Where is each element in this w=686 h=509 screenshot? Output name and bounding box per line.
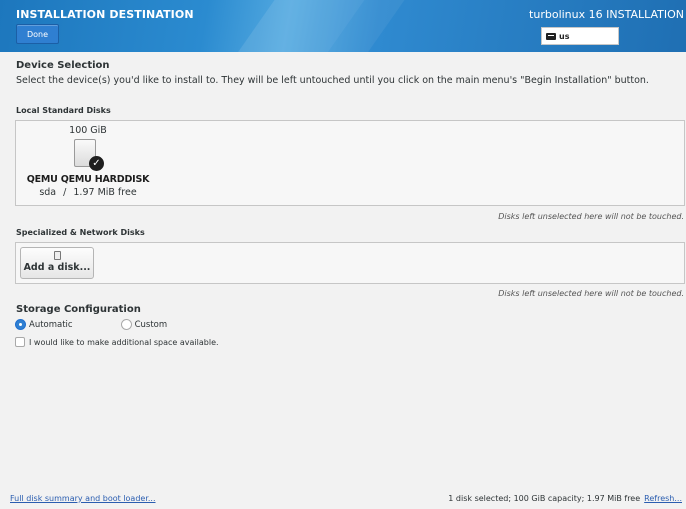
automatic-radio[interactable]: [15, 319, 26, 330]
harddisk-icon: ✓: [74, 139, 104, 171]
product-title: turbolinux 16 INSTALLATION: [529, 8, 684, 21]
page-title: INSTALLATION DESTINATION: [16, 8, 194, 21]
refresh-link[interactable]: Refresh...: [644, 494, 682, 503]
additional-space-label[interactable]: I would like to make additional space av…: [29, 338, 219, 347]
device-selection-title: Device Selection: [16, 60, 110, 71]
disk-capacity: 100 GiB: [69, 125, 107, 136]
keyboard-icon: [546, 32, 556, 40]
device-selection-intro: Select the device(s) you'd like to insta…: [16, 75, 649, 86]
keyboard-layout-label: us: [559, 31, 570, 41]
disk-icon: [53, 251, 61, 260]
disk-info: sda / 1.97 MiB free: [24, 187, 152, 198]
storage-config-options: Automatic Custom: [15, 319, 167, 330]
add-disk-button[interactable]: Add a disk...: [20, 247, 94, 279]
footer-status: 1 disk selected; 100 GiB capacity; 1.97 …: [448, 494, 682, 503]
disk-free: 1.97 MiB free: [73, 187, 137, 198]
local-disks-heading: Local Standard Disks: [16, 106, 111, 115]
disk-device: sda: [39, 187, 57, 198]
automatic-label[interactable]: Automatic: [29, 320, 73, 330]
done-button[interactable]: Done: [16, 24, 59, 44]
disk-name: QEMU QEMU HARDDISK: [26, 174, 150, 185]
local-disks-panel: 100 GiB ✓ QEMU QEMU HARDDISK sda / 1.97 …: [15, 120, 685, 206]
additional-space-checkbox[interactable]: [15, 337, 25, 347]
custom-radio[interactable]: [120, 319, 132, 330]
storage-config-title: Storage Configuration: [16, 304, 141, 315]
network-disks-heading: Specialized & Network Disks: [16, 228, 145, 237]
disk-summary-link[interactable]: Full disk summary and boot loader...: [10, 494, 156, 503]
additional-space-option: I would like to make additional space av…: [15, 337, 219, 347]
local-disks-note: Disks left unselected here will not be t…: [498, 212, 684, 221]
custom-label[interactable]: Custom: [135, 320, 168, 330]
header-bar: INSTALLATION DESTINATION Done turbolinux…: [0, 0, 686, 52]
add-disk-label: Add a disk...: [23, 262, 91, 273]
status-text: 1 disk selected; 100 GiB capacity; 1.97 …: [448, 494, 641, 503]
network-disks-panel: Add a disk...: [15, 242, 685, 284]
checkmark-icon: ✓: [89, 156, 104, 171]
disk-sda[interactable]: 100 GiB ✓ QEMU QEMU HARDDISK sda / 1.97 …: [24, 125, 152, 207]
keyboard-layout-indicator[interactable]: us: [541, 27, 619, 45]
network-disks-note: Disks left unselected here will not be t…: [498, 289, 684, 298]
disk-separator: /: [63, 187, 67, 198]
